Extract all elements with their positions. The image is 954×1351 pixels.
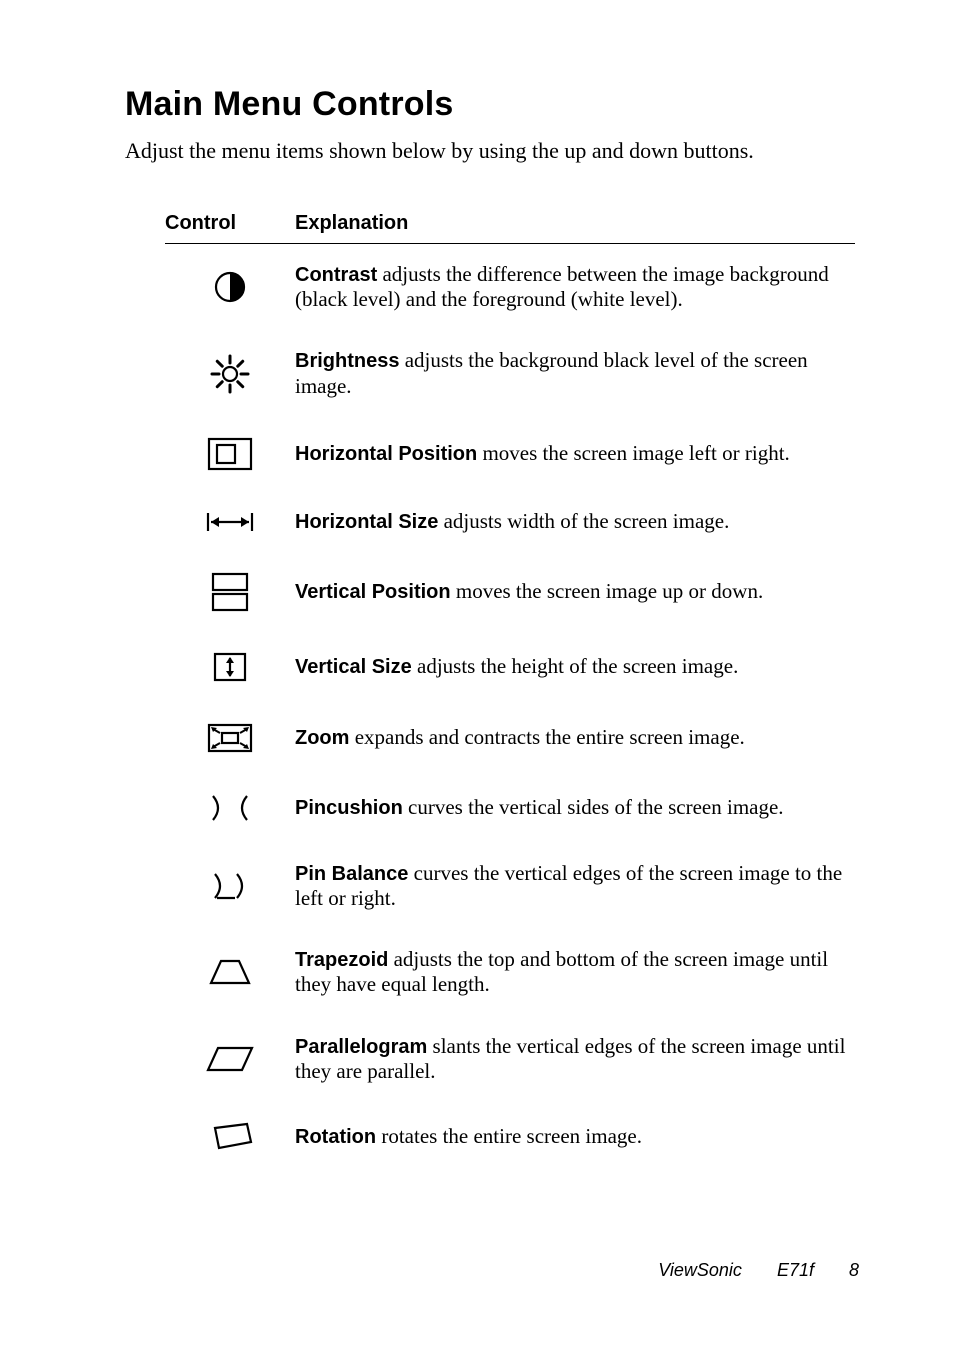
table-row: Rotation rotates the entire screen image… [165,1102,855,1172]
explanation-cell: Pin Balance curves the vertical edges of… [295,843,855,929]
pinbalance-icon [165,843,295,929]
table-row: Vertical Position moves the screen image… [165,553,855,631]
control-term: Rotation [295,1126,376,1148]
table-row: Pincushion curves the vertical sides of … [165,773,855,843]
header-explanation: Explanation [295,212,855,244]
footer: ViewSonic E71f 8 [658,1260,859,1281]
control-desc: rotates the entire screen image. [376,1124,642,1148]
page: Main Menu Controls Adjust the menu items… [0,0,954,1351]
table-row: Contrast adjusts the difference between … [165,244,855,331]
control-desc: expands and contracts the entire screen … [349,725,744,749]
footer-brand: ViewSonic [658,1260,742,1280]
explanation-cell: Rotation rotates the entire screen image… [295,1102,855,1172]
explanation-cell: Brightness adjusts the background black … [295,330,855,416]
control-term: Zoom [295,727,349,749]
explanation-cell: Contrast adjusts the difference between … [295,244,855,331]
control-term: Vertical Position [295,581,451,603]
table-row: Horizontal Size adjusts width of the scr… [165,491,855,553]
control-term: Brightness [295,350,399,372]
control-term: Trapezoid [295,949,388,971]
table-row: Parallelogram slants the vertical edges … [165,1016,855,1102]
explanation-cell: Horizontal Position moves the screen ima… [295,417,855,491]
brightness-icon [165,330,295,416]
table-row: Brightness adjusts the background black … [165,330,855,416]
vsize-icon [165,631,295,703]
trapezoid-icon [165,929,295,1015]
explanation-cell: Trapezoid adjusts the top and bottom of … [295,929,855,1015]
explanation-cell: Zoom expands and contracts the entire sc… [295,703,855,773]
table-header-row: Control Explanation [165,212,855,244]
explanation-cell: Vertical Position moves the screen image… [295,553,855,631]
control-term: Pin Balance [295,863,408,885]
table-row: Horizontal Position moves the screen ima… [165,417,855,491]
control-desc: adjusts the height of the screen image. [412,654,739,678]
parallelogram-icon [165,1016,295,1102]
pincushion-icon [165,773,295,843]
intro-text: Adjust the menu items shown below by usi… [125,138,859,164]
control-desc: curves the vertical sides of the screen … [403,795,784,819]
table-row: Pin Balance curves the vertical edges of… [165,843,855,929]
control-term: Parallelogram [295,1036,427,1058]
explanation-cell: Horizontal Size adjusts width of the scr… [295,491,855,553]
control-desc: moves the screen image left or right. [477,441,790,465]
control-term: Horizontal Position [295,443,477,465]
footer-model: E71f [777,1260,814,1280]
zoom-icon [165,703,295,773]
control-desc: adjusts width of the screen image. [438,509,729,533]
page-title: Main Menu Controls [125,85,859,124]
contrast-icon [165,244,295,331]
header-control: Control [165,212,295,244]
control-term: Contrast [295,264,377,286]
control-term: Horizontal Size [295,511,438,533]
footer-page: 8 [849,1260,859,1280]
controls-table: Control Explanation Contrast adjusts the… [165,212,855,1172]
table-row: Trapezoid adjusts the top and bottom of … [165,929,855,1015]
table-row: Vertical Size adjusts the height of the … [165,631,855,703]
hsize-icon [165,491,295,553]
explanation-cell: Parallelogram slants the vertical edges … [295,1016,855,1102]
control-desc: moves the screen image up or down. [451,579,764,603]
explanation-cell: Vertical Size adjusts the height of the … [295,631,855,703]
table-row: Zoom expands and contracts the entire sc… [165,703,855,773]
hpos-icon [165,417,295,491]
control-term: Vertical Size [295,656,412,678]
explanation-cell: Pincushion curves the vertical sides of … [295,773,855,843]
vpos-icon [165,553,295,631]
rotation-icon [165,1102,295,1172]
control-term: Pincushion [295,797,403,819]
